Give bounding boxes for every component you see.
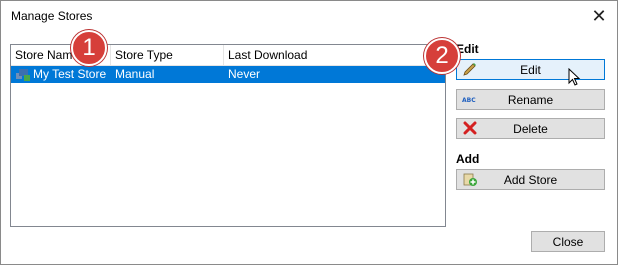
callout-badge-1: 1 — [71, 30, 107, 66]
close-window-icon[interactable]: ✕ — [585, 3, 613, 29]
window-title: Manage Stores — [11, 9, 93, 23]
cell-store-name: My Test Store — [33, 67, 107, 81]
delete-button-label: Delete — [513, 122, 548, 136]
add-store-button-label: Add Store — [503, 173, 558, 187]
close-button[interactable]: Close — [531, 231, 605, 252]
cell-store-type: Manual — [115, 67, 155, 81]
store-list[interactable]: Store Name Store Type Last Download My T… — [10, 44, 446, 227]
close-button-label: Close — [552, 235, 584, 249]
rename-button[interactable]: ABC Rename — [456, 89, 605, 110]
callout-badge-2: 2 — [424, 38, 460, 74]
rename-button-label: Rename — [507, 93, 554, 107]
mouse-cursor-icon — [568, 68, 581, 86]
edit-button[interactable]: Edit — [456, 59, 605, 80]
column-header-last-download[interactable]: Last Download — [224, 45, 445, 66]
column-header-store-type[interactable]: Store Type — [111, 45, 224, 66]
cell-last-download: Never — [228, 67, 261, 81]
add-group-label: Add — [456, 152, 480, 166]
delete-button[interactable]: Delete — [456, 118, 605, 139]
title-bar: Manage Stores ✕ — [1, 1, 617, 32]
add-store-button[interactable]: Add Store — [456, 169, 605, 190]
table-row[interactable]: My Test Store Manual Never — [11, 66, 445, 83]
